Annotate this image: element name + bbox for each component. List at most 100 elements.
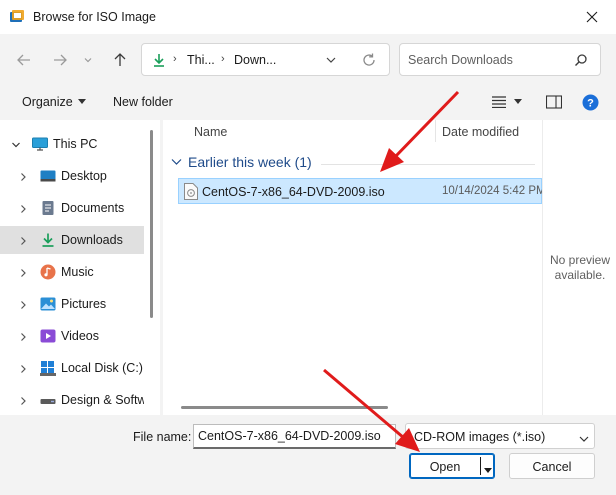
up-button[interactable] — [108, 48, 132, 72]
preview-message: No preview available. — [543, 253, 616, 283]
cancel-label: Cancel — [532, 460, 572, 474]
file-dialog: Browse for ISO Image › Thi... › Down... … — [0, 0, 616, 495]
nav-pane-scrollbar[interactable] — [150, 130, 153, 318]
sidebar-item-label: Music — [61, 265, 94, 279]
preview-message-line: No preview — [549, 253, 611, 267]
pc-icon — [32, 136, 48, 152]
cancel-button[interactable]: Cancel — [509, 453, 595, 479]
search-icon[interactable] — [574, 53, 588, 70]
title-bar: Browse for ISO Image — [0, 0, 616, 34]
back-button[interactable] — [12, 48, 36, 72]
breadcrumb-this-pc[interactable]: Thi... — [187, 53, 215, 67]
downloads-icon — [151, 52, 167, 71]
sidebar-item-label: Design & Softw — [61, 393, 144, 407]
chevron-down-icon — [578, 433, 590, 447]
chevron-right-icon[interactable] — [18, 267, 28, 281]
sidebar-item-label: Pictures — [61, 297, 107, 311]
sidebar-item-this-pc[interactable]: This PC — [0, 130, 144, 158]
downloads-icon — [40, 232, 56, 248]
search-box[interactable] — [399, 43, 601, 76]
split-divider — [480, 457, 481, 475]
pictures-icon — [40, 296, 56, 312]
file-name-input[interactable] — [198, 429, 388, 443]
change-view-button[interactable] — [492, 96, 522, 108]
desktop-icon — [40, 168, 56, 184]
preview-pane-toggle[interactable] — [545, 95, 563, 112]
chevron-right-icon[interactable] — [18, 299, 28, 313]
sidebar-item-desktop[interactable]: Desktop — [0, 162, 144, 190]
refresh-icon[interactable] — [361, 52, 377, 71]
file-type-value: CD-ROM images (*.iso) — [414, 430, 546, 444]
arrow-up-icon — [114, 53, 126, 66]
virtualbox-app-icon — [9, 9, 25, 25]
sidebar-item-videos[interactable]: Videos — [0, 322, 144, 350]
sidebar-item-label: Documents — [61, 201, 125, 215]
breadcrumb-downloads[interactable]: Down... — [234, 53, 276, 67]
organize-label: Organize — [22, 95, 73, 109]
drive-icon — [40, 392, 56, 408]
window-title: Browse for ISO Image — [33, 10, 156, 24]
file-name: CentOS-7-x86_64-DVD-2009.iso — [202, 185, 385, 199]
forward-button[interactable] — [48, 48, 72, 72]
new-folder-button[interactable]: New folder — [113, 95, 173, 109]
sidebar-item-local-disk[interactable]: Local Disk (C:) — [0, 354, 144, 382]
caret-down-icon — [77, 99, 86, 104]
breadcrumb-separator-icon: › — [221, 53, 225, 65]
file-name-label: File name: — [133, 430, 192, 444]
sidebar-item-documents[interactable]: Documents — [0, 194, 144, 222]
column-divider[interactable] — [435, 120, 436, 142]
sidebar-item-downloads[interactable]: Downloads — [0, 226, 144, 254]
caret-down-icon — [514, 99, 522, 104]
chevron-right-icon[interactable] — [18, 203, 28, 217]
file-row[interactable]: CentOS-7-x86_64-DVD-2009.iso 10/14/2024 … — [178, 178, 542, 204]
arrow-left-icon — [17, 54, 30, 66]
videos-icon — [40, 328, 56, 344]
svg-text:?: ? — [587, 98, 594, 110]
disk-icon — [40, 360, 56, 376]
group-label: Earlier this week (1) — [188, 154, 312, 170]
group-header[interactable]: Earlier this week (1) — [171, 154, 312, 170]
file-name-field[interactable] — [193, 424, 396, 449]
sidebar-item-label: Videos — [61, 329, 99, 343]
sidebar-item-pictures[interactable]: Pictures — [0, 290, 144, 318]
chevron-right-icon[interactable] — [18, 331, 28, 345]
address-bar[interactable]: › Thi... › Down... — [141, 43, 390, 76]
open-label: Open — [429, 460, 461, 474]
command-bar: Organize New folder ? — [0, 90, 616, 116]
documents-icon — [40, 200, 56, 216]
preview-pane-icon — [545, 95, 563, 109]
chevron-right-icon[interactable] — [18, 235, 28, 249]
caret-down-icon[interactable] — [484, 463, 492, 477]
sidebar-item-label: Desktop — [61, 169, 107, 183]
column-header-name[interactable]: Name — [194, 125, 227, 139]
navigation-pane: This PC Desktop Documents Downloads Musi… — [0, 120, 160, 415]
preview-message-line: available. — [554, 268, 606, 282]
chevron-down-icon[interactable] — [11, 139, 21, 153]
chevron-down-icon — [171, 159, 182, 165]
preview-pane: No preview available. — [542, 120, 616, 415]
iso-file-icon — [184, 183, 198, 203]
help-icon: ? — [582, 94, 599, 111]
sidebar-item-music[interactable]: Music — [0, 258, 144, 286]
chevron-right-icon[interactable] — [18, 363, 28, 377]
file-type-select[interactable]: CD-ROM images (*.iso) — [405, 423, 595, 449]
open-button[interactable]: Open — [409, 453, 495, 479]
arrow-right-icon — [54, 54, 67, 66]
list-view-icon — [492, 96, 506, 108]
recent-locations-button[interactable] — [80, 48, 96, 72]
help-button[interactable]: ? — [582, 94, 599, 114]
chevron-down-icon — [84, 58, 92, 63]
file-list-horizontal-scrollbar[interactable] — [181, 406, 388, 409]
music-icon — [40, 264, 56, 280]
address-history-chevron-icon[interactable] — [325, 54, 337, 69]
close-button[interactable] — [568, 0, 616, 34]
sidebar-item-design-software[interactable]: Design & Softw — [0, 386, 144, 414]
file-list-pane: Name Date modified Earlier this week (1)… — [163, 120, 542, 415]
chevron-right-icon[interactable] — [18, 395, 28, 409]
column-header-date-modified[interactable]: Date modified — [442, 125, 519, 139]
sidebar-item-label: Downloads — [61, 233, 123, 247]
organize-menu-button[interactable]: Organize — [22, 95, 86, 109]
close-icon — [586, 11, 598, 23]
search-input[interactable] — [408, 51, 568, 69]
chevron-right-icon[interactable] — [18, 171, 28, 185]
